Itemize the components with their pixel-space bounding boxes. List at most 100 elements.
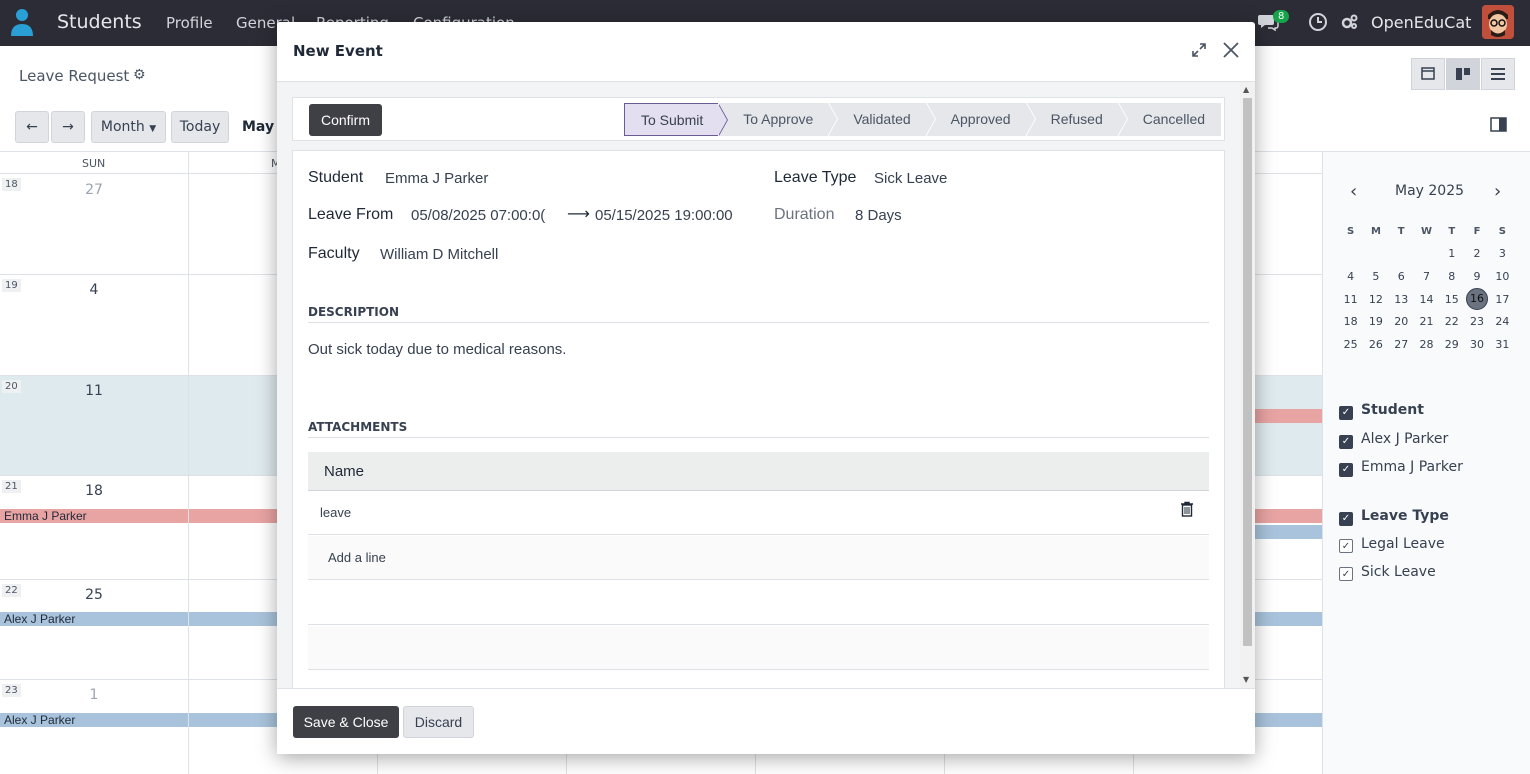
filter-student-item[interactable]: ✓ Emma J Parker [1339,459,1463,477]
mini-cal-next-icon[interactable]: › [1494,181,1501,202]
settings-gears-icon[interactable] [1339,12,1361,34]
mini-cal-day[interactable]: 17 [1490,288,1515,311]
calendar-event[interactable] [1254,525,1322,539]
leave-to-field[interactable]: 05/15/2025 19:00:00 [595,207,733,224]
dialog-scrollbar-thumb[interactable] [1243,98,1252,646]
filter-leave-item[interactable]: ✓ Sick Leave [1339,564,1436,581]
app-title[interactable]: Students [57,11,142,33]
mini-cal-day[interactable] [1363,243,1388,266]
mini-cal-day[interactable]: 29 [1439,333,1464,356]
checkbox-checked-icon[interactable]: ✓ [1339,406,1353,420]
next-button[interactable]: → [51,111,85,143]
mini-cal-today[interactable]: 16 [1464,288,1489,311]
scale-dropdown[interactable]: Month ▼ [91,111,166,143]
leave-from-field[interactable]: 05/08/2025 07:00:0( [411,207,559,224]
day-number[interactable]: 4 [79,282,109,298]
list-view-button[interactable] [1481,58,1515,90]
kanban-view-button[interactable] [1446,58,1480,90]
mini-cal-day[interactable]: 25 [1338,333,1363,356]
mini-cal-day[interactable]: 9 [1464,265,1489,288]
status-step-to-submit[interactable]: To Submit [624,103,729,136]
mini-cal-day[interactable]: 20 [1389,310,1414,333]
mini-cal-day[interactable]: 1 [1439,243,1464,266]
trash-icon[interactable] [1180,501,1194,517]
dialog-header: New Event [277,22,1255,82]
table-row[interactable]: leave [308,491,1209,535]
filter-leave-all[interactable]: ✓ Leave Type [1339,508,1449,526]
mini-cal-day[interactable]: 21 [1414,310,1439,333]
mini-cal-day[interactable]: 18 [1338,310,1363,333]
toggle-sidebar-icon[interactable] [1490,117,1508,137]
mini-cal-day[interactable]: 11 [1338,288,1363,311]
mini-cal-day[interactable]: 3 [1490,243,1515,266]
mini-cal-day[interactable]: 14 [1414,288,1439,311]
scroll-down-icon[interactable]: ▼ [1243,675,1249,684]
day-number[interactable]: 1 [79,687,109,703]
actions-gear-icon[interactable]: ⚙ [133,67,146,83]
day-number[interactable]: 27 [79,182,109,198]
status-step-refused[interactable]: Refused [1026,103,1128,136]
mini-cal-day[interactable]: 28 [1414,333,1439,356]
day-number[interactable]: 11 [79,383,109,399]
today-button[interactable]: Today [171,111,229,143]
menu-profile[interactable]: Profile [166,14,213,32]
company-name[interactable]: OpenEduCat [1371,13,1471,32]
filter-student-item[interactable]: ✓ Alex J Parker [1339,431,1448,449]
expand-icon[interactable] [1191,42,1207,58]
status-step-validated[interactable]: Validated [829,103,936,136]
mini-cal-day[interactable]: 2 [1464,243,1489,266]
mini-cal-day[interactable] [1338,243,1363,266]
attachment-name[interactable]: leave [320,505,351,520]
mini-cal-day[interactable]: 30 [1464,333,1489,356]
filter-student-all[interactable]: ✓ Student [1339,402,1424,420]
mini-cal-day[interactable]: 23 [1464,310,1489,333]
add-line-row[interactable]: Add a line [308,536,1209,580]
mini-cal-day[interactable]: 13 [1389,288,1414,311]
calendar-view-button[interactable] [1411,58,1445,90]
mini-cal-day[interactable]: 6 [1389,265,1414,288]
mini-cal-day[interactable]: 7 [1414,265,1439,288]
filter-leave-item[interactable]: ✓ Legal Leave [1339,536,1445,553]
previous-button[interactable]: ← [15,111,49,143]
status-step-to-approve[interactable]: To Approve [719,103,839,136]
mini-cal-day[interactable]: 10 [1490,265,1515,288]
faculty-field[interactable]: William D Mitchell [380,246,498,263]
leave-type-field[interactable]: Sick Leave [874,170,947,187]
activity-clock-icon[interactable] [1307,12,1329,34]
mini-cal-day[interactable]: 19 [1363,310,1388,333]
mini-cal-day[interactable] [1414,243,1439,266]
day-number[interactable]: 25 [79,587,109,603]
scroll-up-icon[interactable]: ▲ [1243,85,1249,94]
column-header-name[interactable]: Name [324,463,364,480]
mini-cal-prev-icon[interactable]: ‹ [1350,181,1357,202]
student-field[interactable]: Emma J Parker [385,170,488,187]
day-number[interactable]: 18 [79,483,109,499]
user-avatar[interactable] [1482,5,1514,39]
checkbox-checked-icon[interactable]: ✓ [1339,463,1353,477]
add-line-link[interactable]: Add a line [328,550,386,565]
mini-cal-day[interactable]: 12 [1363,288,1388,311]
status-step-cancelled[interactable]: Cancelled [1118,103,1222,136]
app-logo-icon[interactable] [10,7,34,37]
mini-cal-day[interactable]: 15 [1439,288,1464,311]
mini-cal-day[interactable]: 26 [1363,333,1388,356]
mini-cal-day[interactable]: 24 [1490,310,1515,333]
confirm-button[interactable]: Confirm [309,104,382,136]
mini-cal-day[interactable]: 22 [1439,310,1464,333]
mini-cal-day[interactable]: 4 [1338,265,1363,288]
mini-cal-day[interactable]: 8 [1439,265,1464,288]
checkbox-checked-icon[interactable]: ✓ [1339,512,1353,526]
close-icon[interactable] [1222,41,1240,59]
calendar-event[interactable] [1254,409,1322,423]
checkbox-checked-icon[interactable]: ✓ [1339,435,1353,449]
mini-cal-day[interactable]: 5 [1363,265,1388,288]
discard-button[interactable]: Discard [403,706,474,738]
status-step-approved[interactable]: Approved [926,103,1036,136]
mini-cal-day[interactable]: 27 [1389,333,1414,356]
mini-cal-day[interactable]: 31 [1490,333,1515,356]
mini-cal-day[interactable] [1389,243,1414,266]
description-field[interactable]: Out sick today due to medical reasons. [308,341,566,358]
checkbox-checked-icon[interactable]: ✓ [1339,539,1353,553]
save-close-button[interactable]: Save & Close [293,706,399,738]
checkbox-checked-icon[interactable]: ✓ [1339,567,1353,581]
